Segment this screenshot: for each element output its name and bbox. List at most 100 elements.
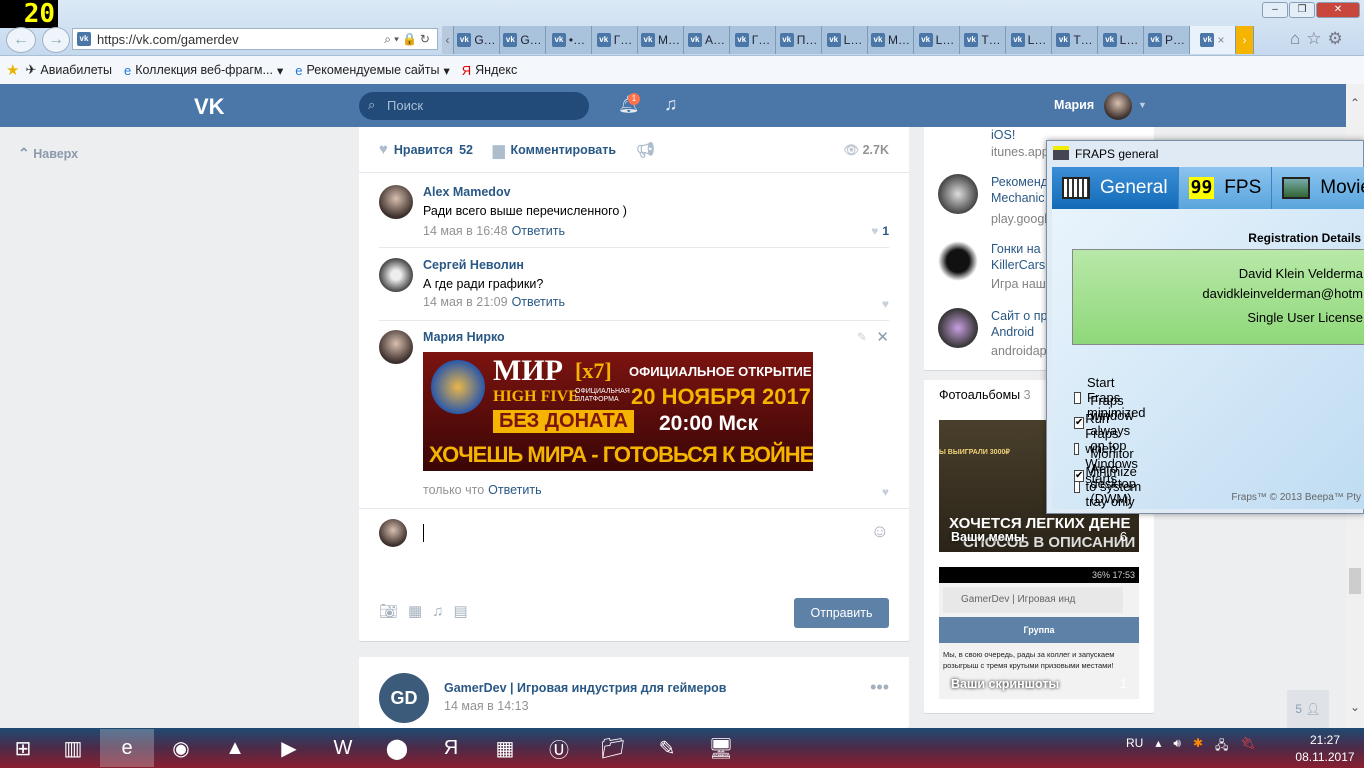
attached-banner-image[interactable]: МИР [x7] ОФИЦИАЛЬНОЕ ОТКРЫТИЕ HIGH FIVE … — [423, 352, 813, 471]
comment-author[interactable]: Мария Нирко — [423, 330, 505, 344]
more-icon[interactable]: ••• — [870, 677, 889, 698]
vk-logo[interactable]: VK — [194, 94, 225, 120]
camera-icon[interactable]: 📷︎ — [379, 603, 408, 620]
browser-tab[interactable]: vk Г… — [592, 26, 638, 54]
comment-like[interactable]: ♥ 1 — [871, 224, 889, 238]
browser-tab[interactable]: vk Г… — [730, 26, 776, 54]
comment-like[interactable]: ♥ — [882, 297, 889, 311]
network-icon[interactable]: 🖧 — [1215, 736, 1228, 757]
share-icon[interactable]: 📢︎ — [636, 141, 655, 159]
avast-icon[interactable]: ✱ — [1193, 736, 1203, 757]
comment-button[interactable]: Комментировать — [511, 143, 616, 157]
fav-aviabilety[interactable]: ✈ Авиабилеты — [25, 62, 112, 78]
fav-yandex[interactable]: Я Яндекс — [462, 63, 517, 78]
browser-tab[interactable]: vk L… — [1006, 26, 1052, 54]
scroll-up-arrow[interactable]: ⌃ — [1350, 96, 1360, 110]
browser-tab[interactable]: vk П… — [776, 26, 822, 54]
browser-tab[interactable]: vk •… — [546, 26, 592, 54]
taskbar-app-start[interactable]: ⊞ — [0, 729, 46, 767]
toolbar-icons[interactable]: ⌂☆⚙ — [1290, 29, 1349, 49]
browser-tab[interactable]: vk L… — [914, 26, 960, 54]
emoji-icon[interactable]: ☺ — [871, 521, 889, 542]
taskbar-app-paint[interactable]: ✎ — [640, 729, 694, 767]
send-button[interactable]: Отправить — [794, 598, 889, 628]
option-checkbox[interactable]: Minimize to system tray only — [1074, 464, 1143, 509]
reply-link[interactable]: Ответить — [488, 483, 541, 497]
chevron-down-icon[interactable]: ▼ — [1138, 100, 1147, 110]
power-icon[interactable]: 🔌︎ — [1240, 736, 1255, 757]
close-button[interactable]: ✕ — [1316, 2, 1360, 18]
address-icons[interactable]: ⌕▾🔒↻ — [384, 32, 437, 47]
address-bar[interactable]: vk https://vk.com/gamerdev ⌕▾🔒↻ — [72, 28, 438, 50]
tab-fps[interactable]: 99 FPS — [1179, 167, 1273, 209]
taskbar-app-explorer[interactable]: 📁︎ — [586, 729, 640, 767]
browser-tab[interactable]: vk Р… — [1144, 26, 1190, 54]
language-indicator[interactable]: RU — [1126, 736, 1143, 757]
avatar[interactable] — [379, 330, 413, 364]
comment-icon[interactable]: ▆ — [493, 141, 505, 159]
edit-icon[interactable]: ✎ — [857, 330, 867, 344]
post-author[interactable]: GamerDev | Игровая индустрия для геймеро… — [444, 681, 726, 695]
browser-tab[interactable]: vk М… — [868, 26, 914, 54]
checkbox[interactable] — [1074, 480, 1080, 493]
back-button[interactable]: ← — [6, 27, 36, 53]
volume-icon[interactable]: 🔊︎ — [1173, 736, 1181, 757]
taskbar-app-fraps[interactable]: 🖥︎ — [694, 729, 748, 767]
gear-icon[interactable]: ⚙ — [1328, 29, 1349, 48]
fav-suggested[interactable]: e Рекомендуемые сайты ▾ — [295, 63, 450, 78]
clock[interactable]: 21:27 08.11.2017 — [1290, 732, 1360, 766]
home-icon[interactable]: ⌂ — [1290, 29, 1306, 48]
taskbar-app-media-player[interactable]: ▶ — [262, 729, 316, 767]
star-icon[interactable]: ☆ — [1306, 29, 1327, 48]
tray-expand-icon[interactable]: ▴ — [1155, 736, 1161, 757]
reply-link[interactable]: Ответить — [512, 224, 565, 238]
comment-like[interactable]: ♥ — [882, 485, 889, 499]
tab-scroll-left[interactable]: ‹ — [442, 26, 454, 54]
taskbar-app-yandex[interactable]: Я — [424, 729, 478, 767]
music-icon[interactable]: ♫ — [432, 603, 453, 620]
scroll-up-link[interactable]: ⌃ Наверх — [18, 145, 78, 162]
reply-link[interactable]: Ответить — [512, 295, 565, 309]
tab-movies[interactable]: Movie — [1272, 167, 1364, 209]
comment-author[interactable]: Alex Mamedov — [423, 185, 511, 199]
avatar[interactable] — [1104, 92, 1132, 120]
music-icon[interactable]: ♫ — [664, 94, 678, 115]
taskbar-app-chrome[interactable]: ◉ — [154, 729, 208, 767]
browser-tab[interactable]: vk L… — [1098, 26, 1144, 54]
comment-input[interactable] — [423, 524, 893, 542]
browser-tab[interactable]: vk Т… — [1052, 26, 1098, 54]
video-icon[interactable]: ▦ — [408, 603, 432, 620]
avatar[interactable] — [379, 258, 413, 292]
user-name[interactable]: Мария — [1054, 98, 1094, 112]
taskbar-app-ie[interactable]: e — [100, 729, 154, 767]
taskbar-app-aimp[interactable]: ▲ — [208, 729, 262, 767]
browser-tab[interactable]: vk L… — [822, 26, 868, 54]
scrollbar-thumb[interactable] — [1349, 568, 1361, 594]
avatar[interactable] — [379, 185, 413, 219]
delete-icon[interactable]: ✕ — [876, 328, 889, 346]
post-time[interactable]: 14 мая в 14:13 — [444, 699, 529, 713]
taskbar-app-video-player[interactable]: ⬤ — [370, 729, 424, 767]
favorites-star-icon[interactable]: ★ — [6, 61, 19, 79]
minimize-button[interactable]: – — [1262, 2, 1288, 18]
forward-button[interactable]: → — [42, 27, 70, 53]
browser-tab[interactable]: vk М… — [638, 26, 684, 54]
new-tab-button[interactable]: › — [1236, 26, 1254, 54]
maximize-button[interactable]: ❐ — [1289, 2, 1315, 18]
search-input[interactable]: Поиск — [359, 92, 589, 120]
document-icon[interactable]: ▤ — [453, 603, 477, 620]
browser-tab[interactable]: vk G… — [454, 26, 500, 54]
browser-tab-active[interactable]: vk × — [1190, 26, 1236, 54]
online-friends-button[interactable]: 5 👤︎ — [1287, 690, 1329, 728]
scroll-down-arrow[interactable]: ⌄ — [1350, 700, 1360, 714]
taskbar-app-app-lineage[interactable]: ▥ — [46, 729, 100, 767]
tab-general[interactable]: General — [1052, 167, 1179, 209]
taskbar-app-lineage2[interactable]: ▦ — [478, 729, 532, 767]
albums-title[interactable]: Фотоальбомы 3 — [939, 388, 1031, 402]
taskbar-app-ble[interactable]: Ⓤ — [532, 729, 586, 767]
close-tab-icon[interactable]: × — [1217, 33, 1224, 47]
browser-tab[interactable]: vk А… — [684, 26, 730, 54]
browser-tab[interactable]: vk G… — [500, 26, 546, 54]
heart-icon[interactable]: ♥ — [379, 141, 388, 158]
album-screenshots[interactable]: 36% 17:53 GamerDev | Игровая инд Группа … — [939, 567, 1139, 699]
